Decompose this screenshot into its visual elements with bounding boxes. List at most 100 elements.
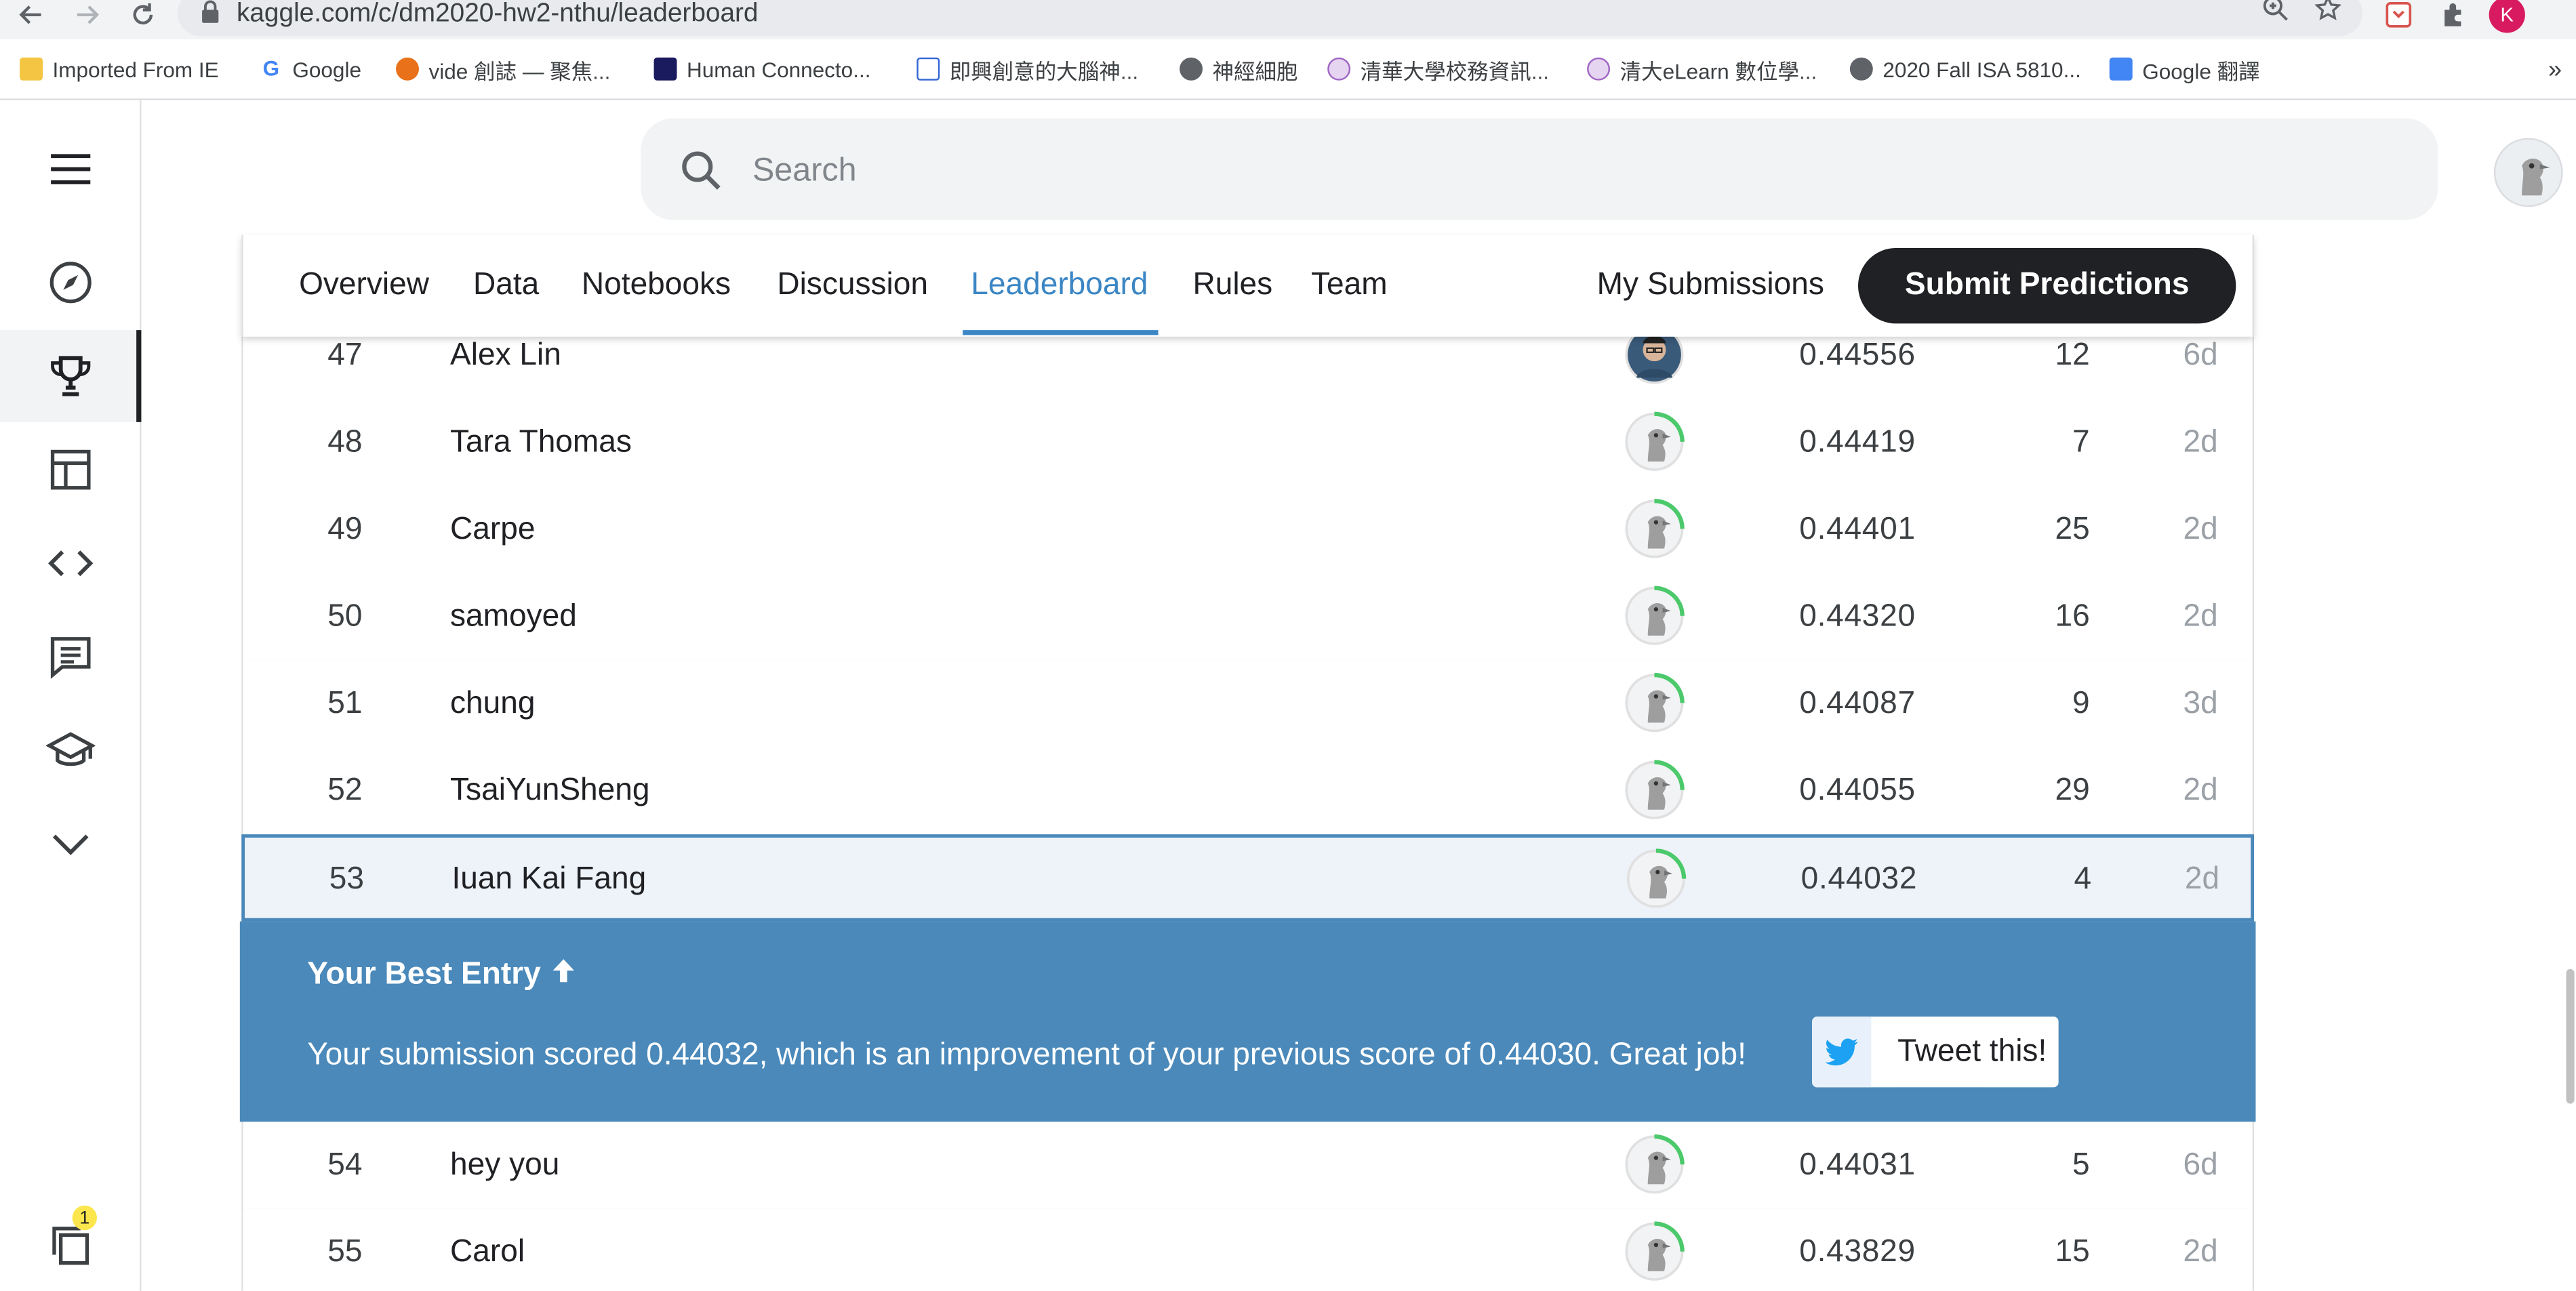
globe-icon [1849, 57, 1873, 81]
bookmark-label: 2020 Fall ISA 5810... [1883, 56, 2081, 81]
bookmark-google[interactable]: G Google [259, 54, 361, 84]
team-member-avatar[interactable] [1623, 1133, 1685, 1195]
team-member-avatar[interactable] [1623, 759, 1685, 821]
bookmark-google-translate[interactable]: Google 翻譯 [2109, 54, 2260, 84]
tweet-button[interactable]: Tweet this! [1812, 1017, 2059, 1088]
best-entry-banner: Your Best Entry Your submission scored 0… [239, 921, 2256, 1122]
score-cell: 0.44320 [1799, 599, 1916, 634]
team-name-link[interactable]: Tara Thomas [450, 426, 632, 462]
bookmark-label: Google [292, 56, 361, 81]
table-row-current-user[interactable]: 53 Iuan Kai Fang 0.44032 4 2d [241, 834, 2255, 922]
team-name-link[interactable]: samoyed [450, 600, 577, 636]
team-name-link[interactable]: TsaiYunSheng [450, 773, 649, 809]
user-avatar[interactable] [2493, 138, 2563, 207]
entries-cell: 15 [2055, 1235, 2090, 1270]
menu-icon[interactable] [0, 123, 140, 216]
address-bar[interactable]: kaggle.com/c/dm2020-hw2-nthu/leaderboard [177, 0, 2362, 37]
table-row[interactable]: 54 hey you 0.44031 5 6d [243, 1122, 2253, 1211]
my-submissions-link[interactable]: My Submissions [1597, 268, 1824, 304]
bookmark-creative-brain[interactable]: 即興創意的大腦神... [917, 54, 1138, 84]
entries-cell: 29 [2055, 773, 2090, 808]
table-row[interactable]: 50 samoyed 0.44320 16 2d [243, 573, 2253, 662]
folder-icon [20, 57, 43, 81]
table-row[interactable]: 51 chung 0.44087 9 3d [243, 660, 2253, 750]
rank-cell: 49 [327, 512, 363, 548]
bookmark-imported-from-ie[interactable]: Imported From IE [20, 54, 219, 84]
tab-rules[interactable]: Rules [1192, 268, 1272, 304]
bookmark-human-connectome[interactable]: Human Connecto... [653, 54, 871, 84]
lock-icon [201, 0, 220, 31]
extensions-puzzle-icon[interactable] [2435, 0, 2471, 33]
bookmark-isa[interactable]: 2020 Fall ISA 5810... [1849, 54, 2081, 84]
last-submission-cell: 2d [2183, 773, 2218, 808]
browser-profile-avatar[interactable]: K [2489, 0, 2525, 33]
trophy-icon[interactable] [0, 330, 142, 422]
bookmark-label: Imported From IE [52, 56, 219, 81]
tab-team[interactable]: Team [1311, 268, 1388, 304]
forward-arrow-icon[interactable] [69, 0, 105, 33]
table-row[interactable]: 52 TsaiYunSheng 0.44055 29 2d [243, 747, 2253, 836]
zoom-icon[interactable] [2257, 0, 2293, 26]
code-icon[interactable] [0, 517, 140, 609]
extension-pocket-icon[interactable] [2381, 0, 2417, 33]
submit-predictions-button[interactable]: Submit Predictions [1857, 247, 2236, 324]
bookmark-neuron[interactable]: 神經細胞 [1180, 54, 1298, 84]
tab-overview[interactable]: Overview [299, 268, 429, 304]
tweet-label: Tweet this! [1897, 1033, 2047, 1069]
entries-cell: 25 [2055, 512, 2090, 548]
team-member-avatar[interactable] [1623, 411, 1685, 473]
bookmark-nthu-affairs[interactable]: 清華大學校務資訊... [1327, 54, 1549, 84]
entries-cell: 4 [2074, 862, 2092, 897]
browser-toolbar: kaggle.com/c/dm2020-hw2-nthu/leaderboard… [0, 0, 2576, 40]
bookmark-label: Human Connecto... [687, 56, 871, 81]
last-submission-cell: 2d [2183, 512, 2218, 548]
chevron-down-icon[interactable] [0, 798, 140, 890]
compass-icon[interactable] [0, 237, 140, 329]
team-name-link[interactable]: Carol [450, 1235, 525, 1271]
leaderboard-table: 47 Alex Lin 0.44556 12 6d 48 Tara Thomas… [239, 312, 2256, 1291]
bookmark-elearn[interactable]: 清大eLearn 數位學... [1587, 54, 1817, 84]
team-member-avatar[interactable] [1623, 497, 1685, 560]
rank-cell: 51 [327, 687, 363, 721]
table-row[interactable]: 49 Carpe 0.44401 25 2d [243, 486, 2253, 575]
tab-discussion[interactable]: Discussion [777, 268, 928, 304]
page-scrollbar[interactable] [2566, 968, 2575, 1104]
best-entry-title: Your Best Entry [307, 958, 577, 993]
entries-cell: 7 [2072, 425, 2090, 460]
last-submission-cell: 2d [2184, 862, 2220, 897]
tab-data[interactable]: Data [473, 268, 539, 304]
bookmark-vide[interactable]: vide 創誌 — 聚焦... [396, 54, 610, 84]
tab-leaderboard[interactable]: Leaderboard [971, 268, 1148, 304]
courses-icon[interactable] [0, 705, 140, 797]
bookmark-label: 神經細胞 [1212, 58, 1298, 83]
tab-notebooks[interactable]: Notebooks [582, 268, 731, 304]
team-name-link[interactable]: Iuan Kai Fang [451, 862, 646, 898]
search-input[interactable] [749, 141, 2234, 201]
rank-cell: 52 [327, 773, 363, 808]
discussion-icon[interactable] [0, 611, 140, 703]
best-entry-title-text: Your Best Entry [307, 957, 541, 992]
table-row[interactable]: 48 Tara Thomas 0.44419 7 2d [243, 398, 2253, 488]
team-member-avatar[interactable] [1623, 672, 1685, 734]
bookmark-label: 即興創意的大腦神... [949, 58, 1139, 83]
rank-cell: 50 [327, 599, 363, 634]
bookmarks-bar: Imported From IE G Google vide 創誌 — 聚焦..… [0, 39, 2576, 100]
team-name-link[interactable]: chung [450, 687, 535, 722]
reload-icon[interactable] [125, 0, 161, 33]
rank-cell: 48 [327, 425, 363, 460]
score-cell: 0.44032 [1800, 862, 1918, 897]
team-member-avatar[interactable] [1623, 1221, 1685, 1283]
table-icon[interactable] [0, 424, 140, 516]
bookmarks-overflow-icon[interactable]: » [2548, 54, 2562, 84]
search-bar[interactable] [641, 118, 2438, 220]
team-member-avatar[interactable] [1625, 848, 1687, 910]
team-name-link[interactable]: Carpe [450, 512, 535, 548]
team-name-link[interactable]: hey you [450, 1148, 559, 1184]
back-arrow-icon[interactable] [13, 0, 49, 33]
team-name-link[interactable]: Alex Lin [450, 338, 561, 374]
table-row[interactable]: 55 Carol 0.43829 15 2d [243, 1208, 2253, 1291]
team-member-avatar[interactable] [1623, 585, 1685, 647]
last-submission-cell: 2d [2183, 425, 2218, 460]
notifications-icon[interactable] [0, 1204, 140, 1286]
star-icon[interactable] [2310, 0, 2346, 26]
